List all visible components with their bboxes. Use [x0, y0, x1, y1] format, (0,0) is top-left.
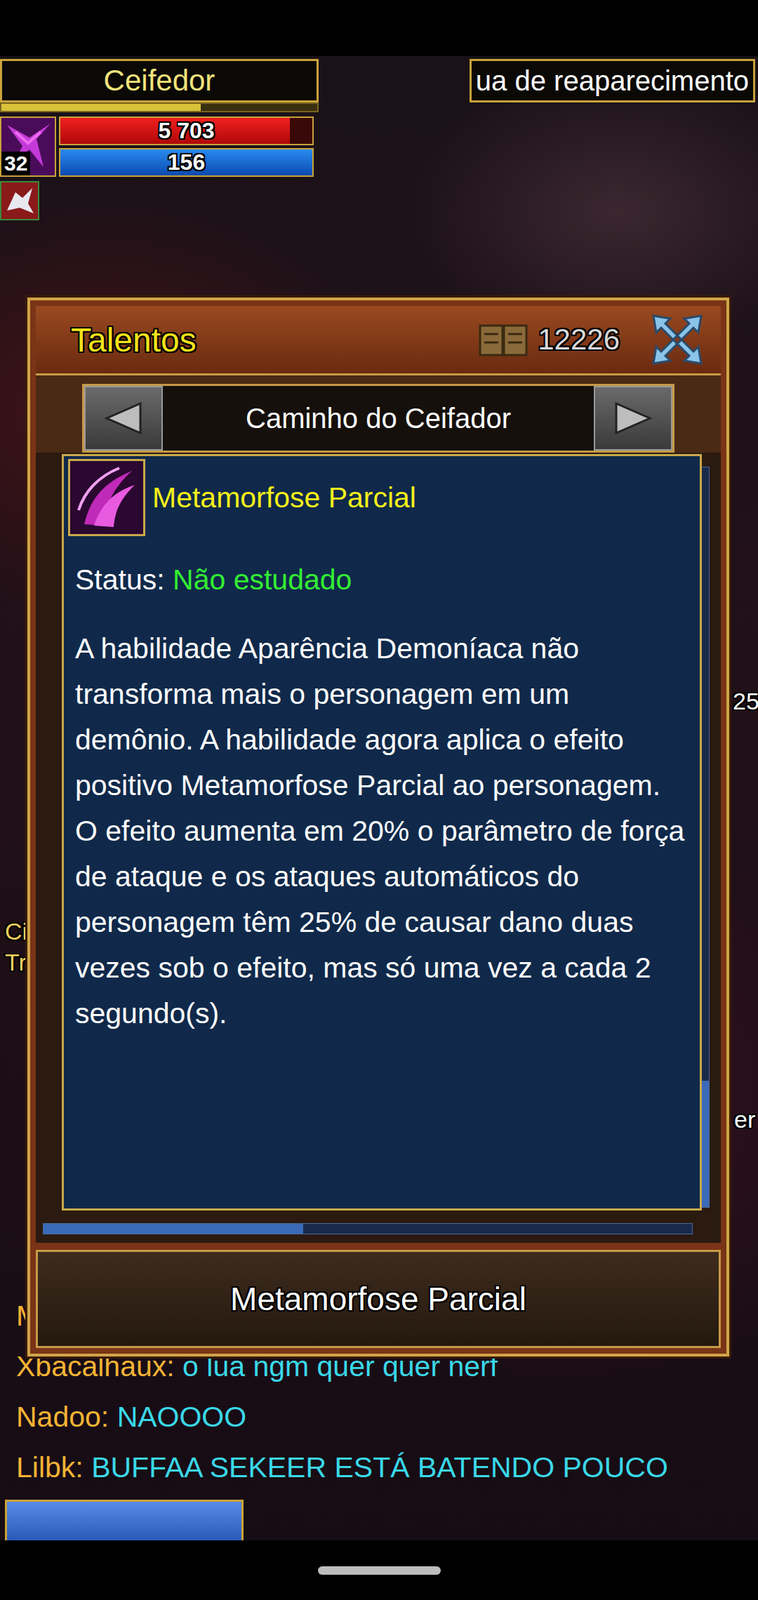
chat-message: NAOOOO [117, 1400, 248, 1434]
portrait[interactable]: 32 [0, 116, 57, 177]
close-arrows-icon [649, 311, 706, 368]
mp-bar: 156 [58, 148, 314, 177]
status-line: Status: Não estudado [75, 558, 688, 601]
chat-author[interactable]: Nadoo: [16, 1400, 109, 1434]
bars: 5 703 156 [58, 116, 314, 177]
chat-message: BUFFAA SEKEER ESTÁ BATENDO POUCO [91, 1451, 669, 1484]
chat-line: Lilbk: BUFFAA SEKEER ESTÁ BATENDO POUCO [16, 1442, 669, 1493]
path-label: Caminho do Ceifador [162, 386, 594, 451]
hp-value: 5 703 [60, 117, 313, 144]
tooltip-title: Metamorfose Parcial [152, 481, 417, 515]
nav-wrap: Caminho do Ceifador [35, 375, 721, 453]
buff[interactable] [0, 181, 40, 221]
side-text: Ci [4, 918, 28, 946]
close-button[interactable] [647, 310, 707, 370]
home-pill[interactable] [317, 1566, 441, 1575]
player-name: Ceifedor [0, 58, 319, 103]
hp-bar: 5 703 [58, 116, 314, 146]
side-text: er [734, 1106, 756, 1134]
chat-line: Nadoo: NAOOOO [16, 1391, 669, 1443]
next-button[interactable] [593, 386, 673, 451]
horizontal-scroll-thumb[interactable] [43, 1224, 304, 1234]
side-text: Tr [4, 948, 27, 977]
status-value: Não estudado [172, 563, 352, 596]
talent-points: 12226 [478, 321, 620, 358]
respawn-label[interactable]: ua de reaparecimento [469, 58, 756, 103]
horizontal-scrollbar[interactable] [42, 1223, 693, 1235]
talent-points-value: 12226 [537, 322, 620, 357]
status-label: Status: [75, 563, 165, 596]
mp-value: 156 [60, 149, 313, 176]
talent-tooltip: Metamorfose Parcial Status: Não estudado A… [61, 454, 702, 1211]
left-arrow-icon [102, 400, 145, 436]
chat-author[interactable]: Lilbk: [16, 1451, 84, 1484]
prev-button[interactable] [84, 386, 163, 451]
tooltip-header: Metamorfose Parcial [68, 459, 688, 537]
window-header: Talentos 12226 [35, 306, 721, 376]
hud-row: 32 5 703 156 [0, 116, 344, 177]
back-button[interactable] [4, 1499, 244, 1541]
player-frame[interactable]: Ceifedor 32 5 703 156 [0, 58, 344, 221]
right-arrow-icon [612, 400, 655, 436]
claw-talent-icon [70, 461, 144, 535]
book-icon [478, 321, 528, 358]
dragon-buff-icon [1, 182, 38, 219]
system-nav-bar [0, 1540, 758, 1600]
top-bar [0, 0, 758, 57]
side-text: 25] [732, 687, 758, 716]
path-selector: Caminho do Ceifador [82, 383, 675, 453]
player-level: 32 [1, 151, 31, 176]
talent-list[interactable]: Metamorfose Parcial Status: Não estudado A… [35, 452, 721, 1243]
xp-bar [0, 102, 319, 113]
talent-description: A habilidade Aparência Demoníaca não tra… [75, 626, 688, 1037]
talents-window: Talentos12226Caminho do CeifadorMetamorf… [27, 297, 730, 1357]
xp-fill [1, 103, 201, 111]
learn-button[interactable]: Metamorfose Parcial [35, 1249, 721, 1349]
window-title: Talentos [70, 320, 479, 360]
talent-icon-frame [68, 459, 146, 537]
